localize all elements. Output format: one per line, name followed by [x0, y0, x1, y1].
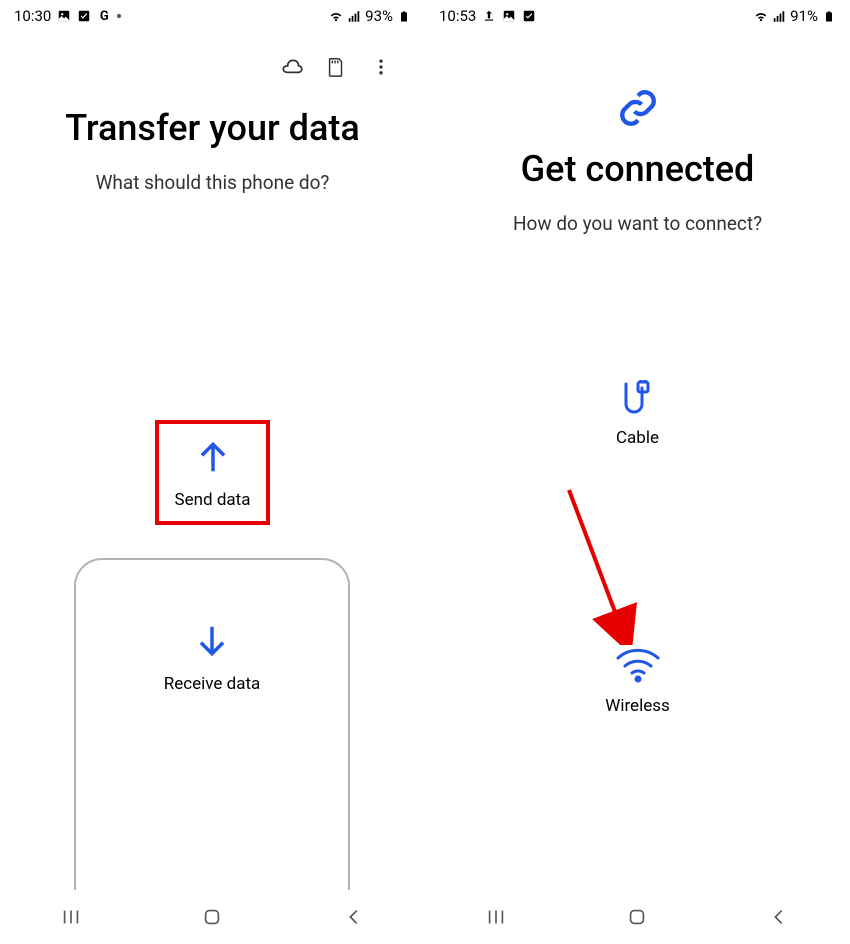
battery-icon [822, 9, 836, 23]
home-button[interactable] [192, 897, 232, 937]
cable-icon [614, 380, 662, 416]
status-bar: 10:30 G 93% [0, 0, 425, 32]
arrow-up-icon [194, 436, 232, 478]
more-icon[interactable] [371, 55, 395, 79]
sd-card-icon[interactable] [325, 55, 349, 79]
back-button[interactable] [759, 897, 799, 937]
gallery-icon [57, 9, 71, 23]
arrow-down-icon [193, 620, 231, 662]
page-subtitle: How do you want to connect? [425, 212, 850, 235]
google-icon: G [97, 9, 111, 23]
page-subtitle: What should this phone do? [0, 171, 425, 194]
status-battery-pct: 91% [790, 7, 818, 25]
toolbar [0, 32, 425, 92]
page-title: Transfer your data [0, 107, 425, 149]
screen-transfer-data: 10:30 G 93% [0, 0, 425, 944]
checkbox-icon [77, 9, 91, 23]
receive-data-button[interactable]: Receive data [74, 558, 350, 893]
link-icon [617, 87, 659, 133]
dot-icon [117, 14, 121, 18]
cloud-icon[interactable] [279, 55, 303, 79]
status-time: 10:30 [14, 7, 51, 25]
back-button[interactable] [334, 897, 374, 937]
cable-button[interactable]: Cable [425, 380, 850, 448]
checkbox-icon [522, 9, 536, 23]
send-data-button[interactable]: Send data [155, 420, 270, 525]
nav-bar [0, 890, 425, 944]
cable-label: Cable [616, 428, 659, 448]
gallery-icon [502, 9, 516, 23]
wifi-icon [329, 9, 343, 23]
signal-icon [347, 9, 361, 23]
nav-bar [425, 890, 850, 944]
page-title: Get connected [425, 148, 850, 190]
screen-get-connected: 10:53 91% G [425, 0, 850, 944]
wifi-icon [754, 9, 768, 23]
recents-button[interactable] [476, 897, 516, 937]
wireless-label: Wireless [605, 696, 670, 716]
send-data-label: Send data [175, 490, 251, 510]
wireless-button[interactable]: Wireless [425, 648, 850, 716]
status-bar: 10:53 91% [425, 0, 850, 32]
wireless-icon [614, 648, 662, 684]
upload-icon [482, 9, 496, 23]
battery-icon [397, 9, 411, 23]
receive-data-label: Receive data [164, 674, 261, 694]
annotation-arrow [561, 485, 641, 645]
home-button[interactable] [617, 897, 657, 937]
signal-icon [772, 9, 786, 23]
status-battery-pct: 93% [365, 7, 393, 25]
recents-button[interactable] [51, 897, 91, 937]
status-time: 10:53 [439, 7, 476, 25]
